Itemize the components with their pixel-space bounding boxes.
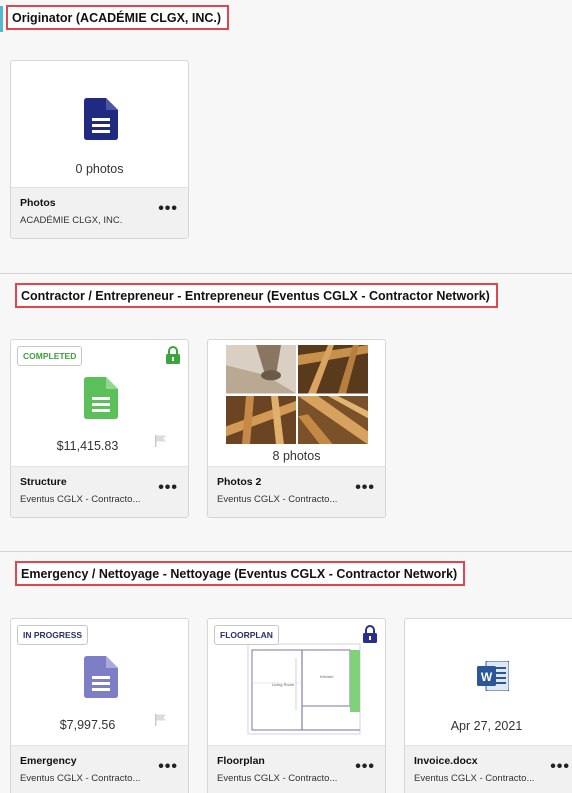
section-title-originator: Originator (ACADÉMIE CLGX, INC.) xyxy=(6,5,230,30)
floorplan-room-label: Kitchen xyxy=(320,674,333,679)
card-name: Floorplan xyxy=(217,755,265,767)
more-options-icon[interactable]: ••• xyxy=(158,480,178,496)
card-preview: COMPLETED $11,415.83 xyxy=(11,340,188,467)
card-structure[interactable]: COMPLETED $11,415.83 Structure Eventus C xyxy=(10,339,189,518)
lock-icon xyxy=(363,625,377,643)
card-name: Structure xyxy=(20,476,67,488)
flag-icon[interactable] xyxy=(154,434,168,448)
card-name: Emergency xyxy=(20,755,77,767)
floorplan-thumbnail[interactable]: Living Room Kitchen xyxy=(244,638,368,738)
svg-text:W: W xyxy=(481,670,493,684)
photo-thumbnails xyxy=(226,345,368,444)
document-icon xyxy=(84,656,118,698)
photo-count: 0 photos xyxy=(75,162,124,176)
card-subtitle: Eventus CGLX - Contracto... xyxy=(217,773,338,784)
document-icon xyxy=(84,98,118,140)
card-footer: Emergency Eventus CGLX - Contracto... ••… xyxy=(11,745,188,793)
card-name: Photos 2 xyxy=(217,476,262,488)
type-badge: FLOORPLAN xyxy=(214,625,279,645)
card-photos-2[interactable]: 8 photos Photos 2 Eventus CGLX - Contrac… xyxy=(207,339,386,518)
card-footer: Photos 2 Eventus CGLX - Contracto... ••• xyxy=(208,466,385,517)
card-footer: Invoice.docx Eventus CGLX - Contracto...… xyxy=(405,745,572,793)
section-divider xyxy=(0,273,572,274)
more-options-icon[interactable]: ••• xyxy=(550,759,570,775)
file-gallery: Originator (ACADÉMIE CLGX, INC.) 0 photo… xyxy=(0,0,572,793)
document-icon xyxy=(84,377,118,419)
card-preview: 8 photos xyxy=(208,340,385,467)
card-footer: Floorplan Eventus CGLX - Contracto... ••… xyxy=(208,745,385,793)
card-footer: Photos ACADÉMIE CLGX, INC. ••• xyxy=(11,187,188,238)
card-subtitle: Eventus CGLX - Contracto... xyxy=(20,494,141,505)
card-emergency[interactable]: IN PROGRESS $7,997.56 Emergency Eventus … xyxy=(10,618,189,793)
card-preview: Living Room Kitchen FLOORPLAN xyxy=(208,619,385,746)
card-subtitle: Eventus CGLX - Contracto... xyxy=(414,773,535,784)
more-options-icon[interactable]: ••• xyxy=(158,201,178,217)
more-options-icon[interactable]: ••• xyxy=(158,759,178,775)
card-name: Photos xyxy=(20,197,56,209)
card-preview: 0 photos xyxy=(11,61,188,188)
section-divider xyxy=(0,551,572,552)
floorplan-room-label: Living Room xyxy=(272,682,295,687)
card-name: Invoice.docx xyxy=(414,755,478,767)
estimate-amount: $11,415.83 xyxy=(56,439,119,453)
photo-thumbnail[interactable] xyxy=(226,345,296,394)
card-invoice[interactable]: W Apr 27, 2021 Invoice.docx Eventus CGLX… xyxy=(404,618,572,793)
card-subtitle: ACADÉMIE CLGX, INC. xyxy=(20,215,123,226)
left-accent-bar xyxy=(0,6,3,32)
section-title-emergency: Emergency / Nettoyage - Nettoyage (Event… xyxy=(15,561,466,586)
card-subtitle: Eventus CGLX - Contracto... xyxy=(217,494,338,505)
card-photos[interactable]: 0 photos Photos ACADÉMIE CLGX, INC. ••• xyxy=(10,60,189,239)
photo-thumbnail[interactable] xyxy=(298,345,368,394)
section-title-contractor: Contractor / Entrepreneur - Entrepreneur… xyxy=(15,283,498,308)
word-icon: W xyxy=(477,661,509,691)
flag-icon[interactable] xyxy=(154,713,168,727)
estimate-amount: $7,997.56 xyxy=(59,718,116,732)
photo-thumbnail[interactable] xyxy=(298,395,368,445)
document-date: Apr 27, 2021 xyxy=(450,719,523,733)
status-badge: IN PROGRESS xyxy=(17,625,89,645)
card-footer: Structure Eventus CGLX - Contracto... ••… xyxy=(11,466,188,517)
status-badge: COMPLETED xyxy=(17,346,83,366)
card-floorplan[interactable]: Living Room Kitchen FLOORPLAN Floorplan … xyxy=(207,618,386,793)
more-options-icon[interactable]: ••• xyxy=(355,480,375,496)
photo-thumbnail[interactable] xyxy=(226,395,296,445)
card-preview: W Apr 27, 2021 xyxy=(405,619,572,746)
more-options-icon[interactable]: ••• xyxy=(355,759,375,775)
card-subtitle: Eventus CGLX - Contracto... xyxy=(20,773,141,784)
card-preview: IN PROGRESS $7,997.56 xyxy=(11,619,188,746)
lock-icon xyxy=(166,346,180,364)
photo-count: 8 photos xyxy=(272,449,321,463)
